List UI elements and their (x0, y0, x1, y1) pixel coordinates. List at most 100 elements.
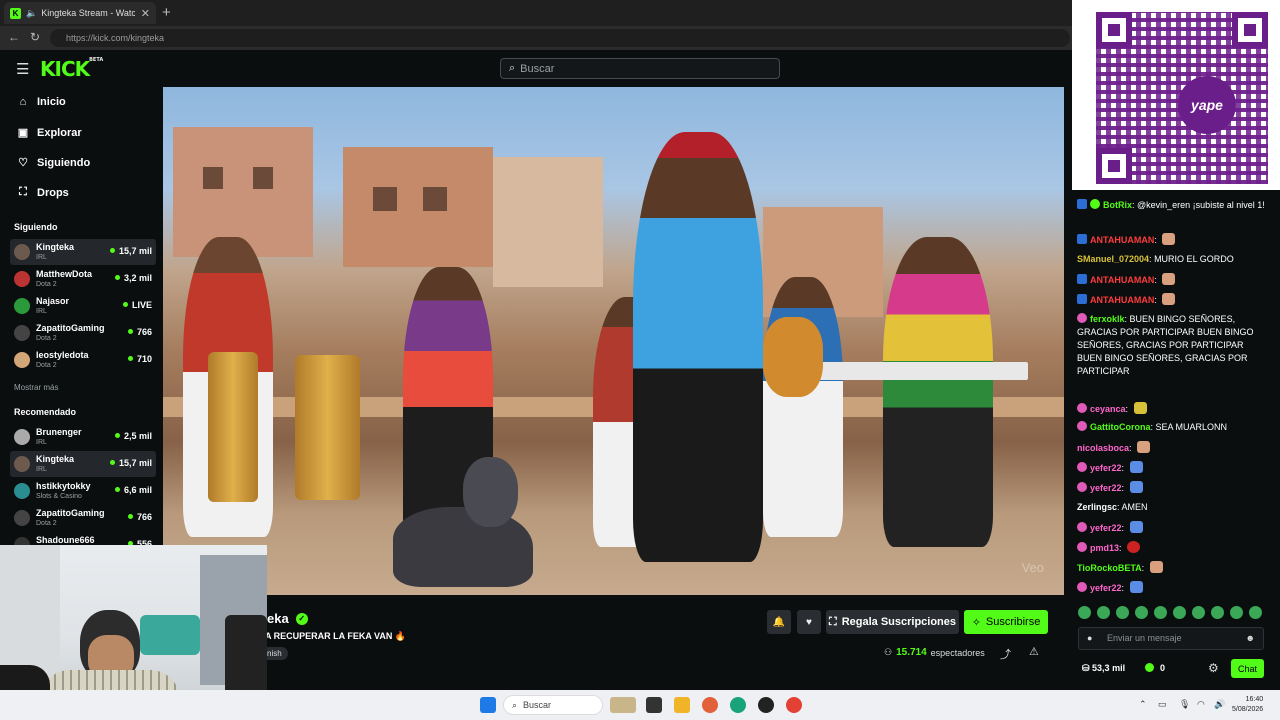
chat-username[interactable]: ANTAHUAMAN (1090, 295, 1154, 305)
back-arrow-icon[interactable]: ← (8, 30, 20, 44)
channel-item-kingteka[interactable]: Kingteka IRL 15,7 mil (10, 451, 156, 477)
stream-title: A RECUPERAR LA FEKA VAN 🔥 (265, 631, 407, 641)
share-icon[interactable]: ⤴ (1000, 646, 1011, 662)
viewer-count-display: ⚇ 15.714 espectadores (884, 647, 985, 658)
chat-username[interactable]: yefer22 (1090, 463, 1122, 473)
tray-chevron-icon[interactable]: ⌃ (1139, 699, 1147, 710)
channel-item-zapatitogaming[interactable]: ZapatitoGaming Dota 2 766 (10, 505, 156, 531)
sidebar-item-siguiendo[interactable]: ♡ Siguiendo (16, 156, 90, 170)
reload-icon[interactable]: ↻ (30, 30, 40, 44)
couch-cushion (140, 615, 200, 655)
chat-username[interactable]: ANTAHUAMAN (1090, 275, 1154, 285)
sidebar-item-explorar[interactable]: ▣ Explorar (16, 126, 82, 140)
notification-bell-button[interactable]: 🔔 (767, 610, 791, 634)
chat-username[interactable]: pmd13 (1090, 543, 1119, 553)
edge-browser-icon[interactable] (730, 697, 746, 713)
channel-name-heading[interactable]: eka ✓ (267, 611, 308, 626)
url-field[interactable]: https://kick.com/kingteka (50, 29, 1070, 47)
obs-icon[interactable] (758, 697, 774, 713)
emote-icon[interactable] (1173, 606, 1186, 619)
close-tab-icon[interactable]: ✕ (141, 7, 150, 20)
kick-coins[interactable]: 0 (1145, 663, 1165, 673)
house-window (373, 187, 397, 211)
mic-icon[interactable]: 🎙 (1179, 699, 1190, 710)
windows-start-icon[interactable] (480, 697, 496, 713)
emoji-icon[interactable]: ☻ (1246, 628, 1255, 649)
chat-username[interactable]: SManuel_072004 (1077, 254, 1149, 264)
speaker-icon[interactable]: 🔈 (26, 8, 37, 19)
viewer-number: 15.714 (896, 647, 927, 658)
sidebar-item-drops[interactable]: ⛶ Drops (16, 186, 69, 199)
emote-icon[interactable] (1097, 606, 1110, 619)
chat-username[interactable]: GattitoCorona (1090, 422, 1151, 432)
chat-message: pmd13: (1077, 541, 1267, 555)
emote-icon[interactable] (1135, 606, 1148, 619)
chat-settings-gear-icon[interactable]: ⚙ (1208, 661, 1219, 675)
chat-message: SManuel_072004: MURIO EL GORDO (1077, 253, 1267, 266)
chat-username[interactable]: TioRockoBETA (1077, 563, 1142, 573)
emote-icon[interactable] (1116, 606, 1129, 619)
chat-username[interactable]: Zerlingsc (1077, 502, 1117, 512)
musician-figure (763, 277, 843, 537)
chat-username[interactable]: BotRix (1103, 200, 1132, 210)
subscribe-button[interactable]: ✧ Suscribirse (964, 610, 1048, 634)
chat-username[interactable]: ceyanca (1090, 404, 1126, 414)
taskbar-clock[interactable]: 16:40 5/08/2026 (1232, 695, 1263, 715)
show-more-link[interactable]: Mostrar más (14, 383, 58, 392)
kick-logo[interactable]: KICKBETA (40, 57, 103, 81)
channel-category: Slots & Casino (36, 493, 82, 500)
file-explorer-icon[interactable] (674, 697, 690, 713)
taskbar-search[interactable]: ⌕ Buscar (503, 695, 603, 715)
sidebar-item-inicio[interactable]: ⌂ Inicio (16, 96, 66, 108)
chat-send-button[interactable]: Chat (1231, 659, 1264, 678)
chat-emote-icon (1133, 402, 1147, 414)
taskbar-widget-icon[interactable] (610, 697, 636, 713)
chrome-icon[interactable] (786, 697, 802, 713)
chat-username[interactable]: yefer22 (1090, 583, 1122, 593)
volume-icon[interactable]: 🔊 (1214, 699, 1225, 710)
gift-subs-button[interactable]: ⛶ Regala Suscripciones (826, 610, 959, 634)
emote-icon[interactable] (1211, 606, 1224, 619)
heart-icon: ♥ (806, 616, 812, 628)
avatar (14, 483, 30, 499)
channel-points[interactable]: ⛁ 53,3 mil (1082, 663, 1125, 674)
task-view-icon[interactable] (646, 697, 662, 713)
channel-item-najasor[interactable]: Najasor IRL LIVE (10, 293, 156, 319)
channel-item-brunenger[interactable]: Brunenger IRL 2,5 mil (10, 424, 156, 450)
chat-message: ceyanca: (1077, 402, 1267, 416)
wifi-icon[interactable]: ◠ (1197, 699, 1205, 710)
channel-name: ZapatitoGaming (36, 323, 105, 333)
emote-icon[interactable] (1249, 606, 1262, 619)
emote-icon[interactable] (1192, 606, 1205, 619)
chat-username[interactable]: yefer22 (1090, 483, 1122, 493)
user-badge-icon (1077, 582, 1087, 592)
channel-category: IRL (36, 466, 47, 473)
emote-icon[interactable] (1078, 606, 1091, 619)
user-badge-icon (1077, 482, 1087, 492)
new-tab-button[interactable]: + (162, 4, 171, 21)
follow-heart-button[interactable]: ♥ (797, 610, 821, 634)
menu-hamburger-icon[interactable]: ☰ (16, 60, 29, 78)
channel-item-matthewdota[interactable]: MatthewDota Dota 2 3,2 mil (10, 266, 156, 292)
chat-message-input[interactable]: ● Enviar un mensaje ☻ (1078, 627, 1264, 650)
search-input[interactable]: ⌕ Buscar (500, 58, 780, 79)
chat-username[interactable]: yefer22 (1090, 523, 1122, 533)
chat-message: yefer22: (1077, 521, 1267, 535)
search-icon: ⌕ (512, 699, 518, 710)
chat-message: nicolasboca: (1077, 441, 1267, 455)
emote-icon[interactable] (1230, 606, 1243, 619)
emote-icon[interactable] (1154, 606, 1167, 619)
chat-username[interactable]: ferxoklk (1090, 314, 1125, 324)
channel-item-leostyledota[interactable]: leostyledota Dota 2 710 (10, 347, 156, 373)
channel-item-zapatitogaming[interactable]: ZapatitoGaming Dota 2 766 (10, 320, 156, 346)
network-icon[interactable]: ▭ (1158, 699, 1167, 710)
channel-item-kingteka[interactable]: Kingteka IRL 15,7 mil (10, 239, 156, 265)
chat-username[interactable]: nicolasboca (1077, 443, 1129, 453)
browser-tab[interactable]: K 🔈 Kingteka Stream - Watch Live ✕ (4, 2, 156, 24)
chat-username[interactable]: ANTAHUAMAN (1090, 235, 1154, 245)
video-player[interactable]: Veo (163, 87, 1064, 595)
channel-item-hstikkytokky[interactable]: hstikkytokky Slots & Casino 6,6 mil (10, 478, 156, 504)
app-icon[interactable] (702, 697, 718, 713)
report-warning-icon[interactable]: ⚠ (1029, 645, 1039, 658)
user-badge-icon (1077, 403, 1087, 413)
